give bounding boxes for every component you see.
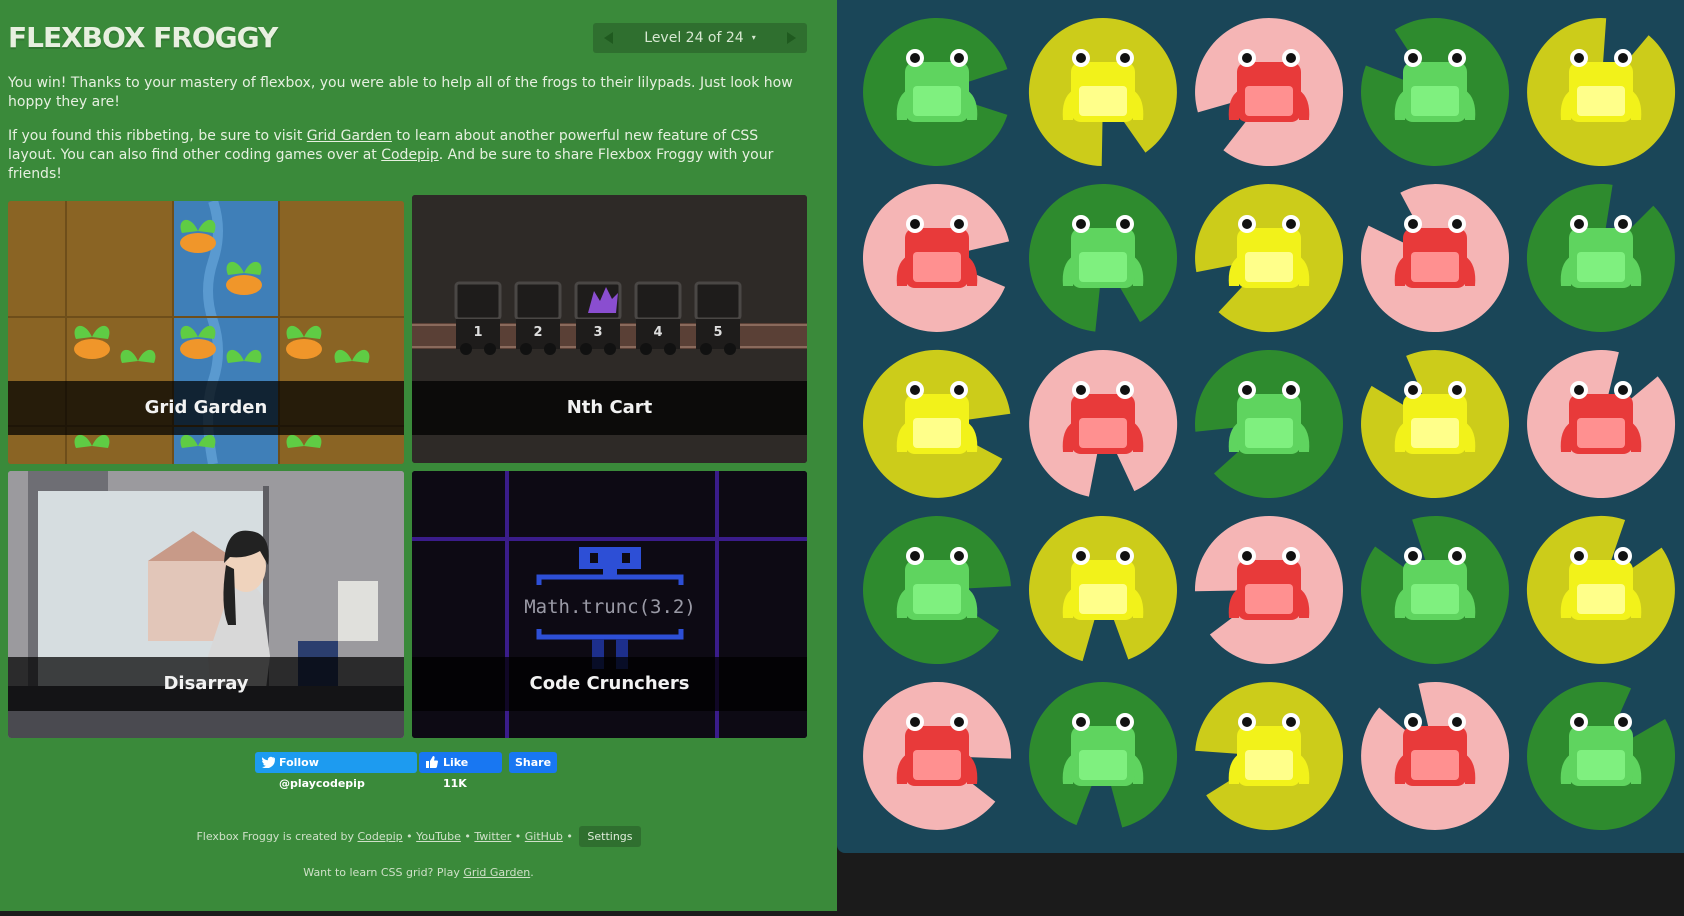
facebook-like-button[interactable]: Like 11K: [419, 752, 502, 790]
sidebar-panel: FLEXBOX FROGGY Level 24 of 24 ▾ You win! …: [0, 0, 837, 911]
disarray-label: Disarray: [8, 657, 404, 711]
pond: [837, 0, 1684, 853]
twitter-link[interactable]: Twitter: [474, 830, 511, 843]
level-navigation: Level 24 of 24 ▾: [593, 23, 807, 53]
red-frog-on-lilypad: [1195, 18, 1344, 167]
green-frog-on-lilypad: [1360, 515, 1509, 664]
cart-number: 4: [653, 325, 662, 340]
code-crunchers-card[interactable]: Math.trunc(3.2) Code Crunchers: [412, 471, 807, 738]
twitter-bird-icon: [262, 756, 275, 768]
nth-cart-card[interactable]: 1 2 3 4 5 Nth Cart: [412, 195, 807, 463]
level-label: Level 24 of 24: [644, 30, 744, 46]
triangle-right-icon: [787, 32, 796, 44]
red-frog-on-lilypad: [1029, 349, 1178, 497]
green-frog-on-lilypad: [1029, 184, 1178, 332]
pond-board: [862, 17, 1676, 831]
separator: •: [406, 830, 413, 843]
app-title: FLEXBOX FROGGY: [8, 21, 278, 54]
separator: •: [514, 830, 522, 843]
separator: •: [566, 830, 573, 843]
red-frog-on-lilypad: [1361, 184, 1510, 333]
thumbs-up-icon: [426, 756, 438, 768]
green-frog-on-lilypad: [1527, 682, 1676, 831]
share-label: Share: [515, 756, 552, 769]
youtube-link[interactable]: YouTube: [416, 830, 461, 843]
yellow-frog-on-lilypad: [1195, 184, 1344, 333]
facebook-share-button[interactable]: Share: [509, 752, 557, 773]
nth-cart-label: Nth Cart: [412, 381, 807, 435]
yellow-frog-on-lilypad: [863, 349, 1011, 498]
next-level-button[interactable]: [779, 23, 803, 53]
cart-number: 1: [473, 325, 482, 340]
cart-number: 2: [533, 325, 542, 340]
yellow-frog-on-lilypad: [1527, 18, 1676, 167]
grid-garden-label: Grid Garden: [8, 381, 404, 435]
yellow-frog-on-lilypad: [1526, 515, 1675, 664]
green-frog-on-lilypad: [1526, 183, 1675, 332]
previous-level-button[interactable]: [597, 23, 621, 53]
code-crunchers-label: Code Crunchers: [412, 657, 807, 711]
follow-label: Follow @playcodepip: [279, 756, 365, 790]
yellow-frog-on-lilypad: [1028, 515, 1177, 662]
credits-footer: Flexbox Froggy is created by Codepip • Y…: [0, 826, 837, 847]
codepip-footer-link[interactable]: Codepip: [357, 830, 402, 843]
cart-number: 5: [713, 325, 722, 340]
yellow-frog-on-lilypad: [1361, 350, 1510, 499]
green-frog-on-lilypad: [1194, 349, 1343, 498]
red-frog-on-lilypad: [1194, 515, 1343, 664]
grid-garden-footer-link[interactable]: Grid Garden: [463, 866, 530, 879]
twitter-follow-button[interactable]: Follow @playcodepip: [255, 752, 417, 790]
green-frog-on-lilypad: [1361, 17, 1510, 166]
promo-text: If you found this ribbeting, be sure to …: [8, 128, 307, 144]
grid-promo-footer: Want to learn CSS grid? Play Grid Garden…: [0, 866, 837, 879]
red-frog-on-lilypad: [862, 183, 1010, 332]
code-expression: Math.trunc(3.2): [524, 596, 696, 618]
caret-down-icon: ▾: [751, 33, 756, 42]
red-frog-on-lilypad: [1361, 681, 1510, 830]
red-frog-on-lilypad: [1527, 350, 1676, 499]
like-label: Like 11K: [443, 756, 469, 790]
disarray-card[interactable]: Disarray: [8, 471, 404, 738]
triangle-left-icon: [604, 32, 613, 44]
codepip-link[interactable]: Codepip: [381, 147, 439, 163]
win-message: You win! Thanks to your mastery of flexb…: [8, 75, 793, 110]
cart-number: 3: [593, 325, 602, 340]
settings-button[interactable]: Settings: [579, 826, 641, 847]
red-frog-on-lilypad: [863, 681, 1012, 830]
green-frog-on-lilypad: [863, 17, 1008, 167]
grid-garden-link[interactable]: Grid Garden: [307, 128, 392, 144]
level-indicator[interactable]: Level 24 of 24 ▾: [627, 23, 773, 53]
yellow-frog-on-lilypad: [1028, 18, 1177, 166]
green-frog-on-lilypad: [1029, 682, 1178, 828]
github-link[interactable]: GitHub: [525, 830, 563, 843]
grid-promo-text: Want to learn CSS grid? Play: [303, 866, 464, 879]
separator: •: [464, 830, 471, 843]
promo-message: If you found this ribbeting, be sure to …: [8, 127, 808, 184]
green-frog-on-lilypad: [863, 516, 1011, 665]
yellow-frog-on-lilypad: [1195, 682, 1344, 831]
grid-promo-text: .: [530, 866, 534, 879]
credits-text: Flexbox Froggy is created by: [196, 830, 358, 843]
grid-garden-card[interactable]: Grid Garden: [8, 201, 404, 464]
